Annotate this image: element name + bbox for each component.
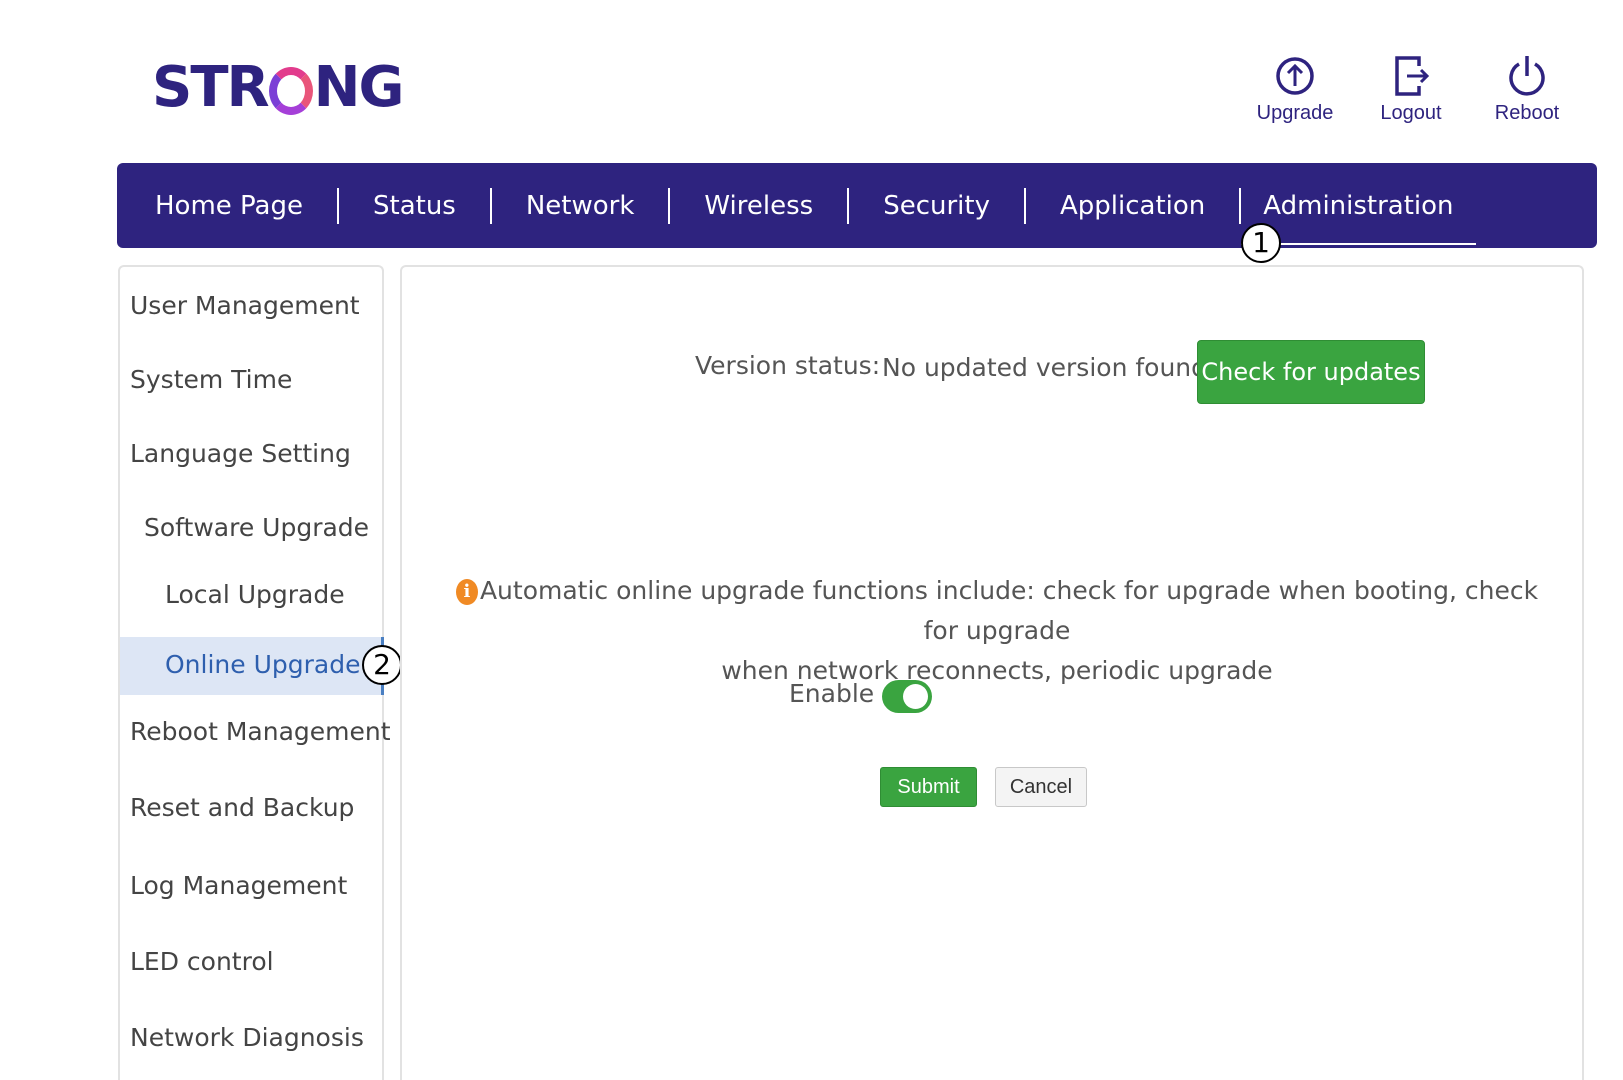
logo-text-right: NG [313, 54, 405, 120]
nav-label: Network [525, 190, 635, 221]
logout-icon [1395, 56, 1430, 96]
nav-wireless[interactable]: Wireless [670, 185, 847, 227]
strong-logo: STR NG [152, 52, 405, 122]
nav-label: Wireless [704, 190, 814, 221]
sidebar-item-local-upgrade[interactable]: Local Upgrade [165, 580, 345, 609]
submit-button[interactable]: Submit [880, 767, 977, 807]
sidebar-item-online-upgrade[interactable]: Online Upgrade [165, 650, 360, 679]
sidebar-item-language-setting[interactable]: Language Setting [130, 439, 351, 468]
main-navbar: Home Page Status Network Wireless Securi… [117, 163, 1597, 248]
version-status-value: No updated version found [882, 353, 1208, 382]
upgrade-circle-arrow-icon [1276, 57, 1314, 95]
info-icon: i [455, 579, 478, 605]
sidebar-item-reset-and-backup[interactable]: Reset and Backup [130, 793, 354, 822]
sidebar-item-system-time[interactable]: System Time [130, 365, 292, 394]
nav-label: Home Page [155, 190, 303, 221]
nav-security[interactable]: Security [849, 185, 1024, 227]
callout-marker-1: 1 [1241, 223, 1281, 263]
check-for-updates-button[interactable]: Check for updates [1197, 340, 1425, 404]
sidebar-item-user-management[interactable]: User Management [130, 291, 360, 320]
nav-network[interactable]: Network [492, 185, 669, 227]
sidebar-item-reboot-management[interactable]: Reboot Management [130, 717, 391, 746]
nav-label: Security [883, 190, 990, 221]
sidebar-item-led-control[interactable]: LED control [130, 947, 274, 976]
nav-label: Administration [1263, 190, 1454, 221]
logo-text-left: STR [152, 54, 270, 120]
sidebar-item-software-upgrade[interactable]: Software Upgrade [144, 513, 369, 542]
sidebar: User Management System Time Language Set… [118, 265, 391, 1080]
toggle-knob [903, 684, 928, 709]
nav-label: Status [373, 190, 456, 221]
nav-administration[interactable]: Administration [1241, 185, 1476, 245]
power-icon [1509, 56, 1545, 96]
logout-button[interactable]: Logout [1373, 52, 1449, 125]
nav-label: Application [1060, 190, 1206, 221]
callout-marker-2: 2 [362, 645, 402, 685]
sidebar-item-log-management[interactable]: Log Management [130, 871, 347, 900]
logout-label: Logout [1380, 102, 1442, 124]
auto-upgrade-notice: i Automatic online upgrade functions incl… [442, 571, 1552, 691]
nav-home-page[interactable]: Home Page [137, 185, 337, 227]
nav-application[interactable]: Application [1026, 185, 1239, 227]
reboot-button[interactable]: Reboot [1489, 52, 1565, 125]
reboot-label: Reboot [1494, 102, 1560, 124]
enable-toggle[interactable] [882, 680, 932, 713]
version-status-label: Version status: [695, 351, 881, 380]
cancel-button[interactable]: Cancel [995, 767, 1087, 807]
upgrade-button[interactable]: Upgrade [1257, 52, 1333, 125]
top-actions: Upgrade Logout Reboot [1257, 52, 1565, 125]
enable-label: Enable [789, 679, 875, 708]
upgrade-label: Upgrade [1256, 102, 1334, 124]
nav-status[interactable]: Status [339, 185, 490, 227]
notice-line-1: Automatic online upgrade functions inclu… [479, 576, 1539, 645]
logo-ring-icon [268, 67, 313, 115]
sidebar-item-network-diagnosis[interactable]: Network Diagnosis [130, 1023, 364, 1052]
online-upgrade-panel: Version status: No updated version found… [400, 265, 1584, 1080]
